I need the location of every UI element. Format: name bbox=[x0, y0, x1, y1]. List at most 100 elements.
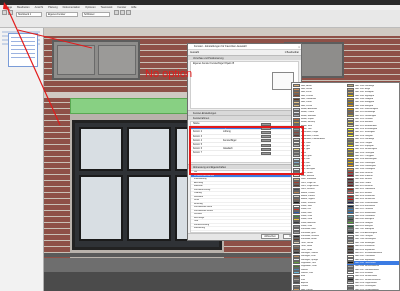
tool-button[interactable] bbox=[126, 10, 131, 15]
material-label: RAL 7016 Anthrazitgrau bbox=[355, 231, 377, 234]
navigator-item[interactable] bbox=[11, 41, 35, 43]
material-label: Stein, Sandstein bbox=[301, 178, 317, 181]
navigator-item[interactable] bbox=[11, 49, 35, 51]
material-label: Farbe, Schwarz bbox=[301, 201, 316, 204]
material-label: Erde bbox=[301, 275, 306, 278]
property-value bbox=[228, 199, 248, 202]
preview-label: Eigenes Fenster Fensterflügel Objekt 25 bbox=[193, 63, 235, 65]
menu-item[interactable]: Hilfe bbox=[131, 6, 136, 9]
material-label: RAL 1017 Safrangelb bbox=[355, 131, 375, 134]
tool-button[interactable] bbox=[120, 10, 125, 15]
material-label: Holz, Ahorn bbox=[301, 84, 312, 87]
section-frame[interactable]: Fensterrahmen bbox=[188, 115, 301, 120]
tool-button[interactable] bbox=[2, 10, 7, 15]
material-label: RAL 1033 Dahliengelb bbox=[355, 164, 376, 167]
property-label: Schalter bbox=[194, 213, 203, 215]
menu-item[interactable]: Dokumentation bbox=[63, 6, 80, 9]
material-label: Holz, Lärche bbox=[301, 288, 313, 291]
material-label: RAL 3020 Verkehrsrot bbox=[355, 198, 376, 201]
material-label: RAL 7044 Seidengrau bbox=[355, 241, 376, 244]
material-label: Sonstiges, Spiegel bbox=[301, 258, 319, 261]
material-label: RAL 5024 Pastellblau bbox=[355, 215, 375, 218]
window-pane bbox=[98, 45, 136, 75]
property-label: Maßstab bbox=[194, 185, 203, 187]
material-label: RAL 1003 Signalgelb bbox=[355, 94, 375, 97]
property-value bbox=[228, 206, 248, 209]
material-label: RAL 3009 Oxidrot bbox=[355, 181, 372, 184]
property-value bbox=[228, 196, 248, 199]
material-label: Boden, Teppich bbox=[301, 198, 316, 201]
material-label: RAL 8011 Nussbraun bbox=[355, 245, 375, 248]
material-label: Vegetation, Laub bbox=[301, 265, 317, 268]
brick-wall bbox=[44, 98, 70, 258]
material-label: Holz, Kiefer bbox=[301, 101, 312, 104]
menu-item[interactable]: Ablage bbox=[4, 6, 12, 9]
material-label: Wasser, Pool bbox=[301, 271, 314, 274]
material-label: RAL 1001 Beige bbox=[355, 88, 371, 91]
favorite-field[interactable]: Eigenes Fenster bbox=[46, 12, 78, 17]
window-glass bbox=[127, 127, 171, 171]
material-label: Dach, Ziegel braun bbox=[301, 184, 319, 187]
close-icon[interactable]: × bbox=[298, 44, 300, 49]
parameter-unit bbox=[247, 122, 261, 125]
material-label: RAL 1012 Zitronengelb bbox=[355, 114, 377, 117]
navigator-panel[interactable] bbox=[8, 33, 38, 67]
story-field[interactable]: Stockwerk 1 bbox=[16, 12, 42, 17]
navigator-item[interactable] bbox=[11, 53, 35, 55]
property-label: Sturz bbox=[194, 199, 200, 201]
material-label: Farbe, Anthrazit bbox=[301, 221, 316, 224]
material-label: Stein, Marmor bbox=[301, 174, 315, 177]
property-value bbox=[228, 217, 248, 220]
section-preview[interactable]: Vorschau und Positionierung bbox=[188, 55, 301, 60]
window-glass bbox=[127, 175, 171, 241]
material-label: Wasser bbox=[301, 268, 308, 271]
navigator-item[interactable] bbox=[11, 37, 35, 39]
dialog-title: Fenster - Einstellungen für Favoriten-Au… bbox=[188, 44, 301, 50]
material-label: RAL 1000 Grünbeige bbox=[355, 84, 375, 87]
property-value bbox=[228, 227, 248, 230]
material-label: RAL 1007 Narzissengelb bbox=[355, 108, 378, 111]
menu-item[interactable]: Optionen bbox=[85, 6, 96, 9]
property-value bbox=[228, 178, 248, 181]
preview-area: Eigenes Fenster Fensterflügel Objekt 25 bbox=[190, 61, 299, 109]
property-label: Fensteranschlag bbox=[194, 188, 211, 191]
property-label: Innenlaibung bbox=[194, 178, 207, 180]
menu-item[interactable]: Fenster bbox=[117, 6, 126, 9]
property-label: Laibung bbox=[194, 192, 202, 194]
material-label: Kunststoff, schwarz bbox=[301, 235, 319, 238]
material-label: RAL 6029 Minzgrün bbox=[355, 225, 374, 228]
tool-button[interactable] bbox=[114, 10, 119, 15]
material-label: RAL 9022 Perlhellgrau bbox=[355, 285, 376, 288]
material-label: RAL 7040 Fenstergrau bbox=[355, 238, 376, 241]
menu-item[interactable]: Bearbeiten bbox=[17, 6, 30, 9]
material-label: RAL 1002 Sandgelb bbox=[355, 91, 374, 94]
material-label: RAL 5010 Enzianblau bbox=[355, 205, 376, 208]
material-label: RAL 1016 Schwefelgelb bbox=[355, 128, 378, 131]
material-label: Pflaster bbox=[301, 285, 309, 288]
menu-item[interactable]: Ansicht bbox=[35, 6, 44, 9]
material-label: RAL 9005 Tiefschwarz bbox=[355, 261, 376, 264]
navigator-item[interactable] bbox=[11, 45, 35, 47]
toolbar: Stockwerk 1 Eigenes Fenster Schlüssel bbox=[0, 10, 400, 28]
property-row[interactable]: Markierung bbox=[191, 227, 298, 231]
material-palette[interactable]: Holz, Ahorn Holz, Buche Holz, Eiche Holz, K… bbox=[291, 82, 400, 291]
property-value bbox=[228, 203, 248, 206]
window-glass bbox=[79, 127, 123, 171]
selected-window-head[interactable] bbox=[70, 98, 200, 114]
material-label: RAL 8017 Schokoladenbraun bbox=[355, 251, 383, 254]
material-label: RAL 3013 Tomatenrot bbox=[355, 188, 376, 191]
tool-button[interactable] bbox=[8, 10, 13, 15]
menu-item[interactable]: Planung bbox=[48, 6, 58, 9]
key-field[interactable]: Schlüssel bbox=[82, 12, 110, 17]
parameter-value bbox=[223, 122, 247, 125]
cancel-button[interactable]: Abbrechen bbox=[261, 234, 279, 239]
property-value bbox=[228, 210, 248, 213]
material-label: RAL 7035 Lichtgrau bbox=[355, 235, 374, 238]
material-label: Farbe, Weiß bbox=[301, 205, 313, 208]
navigator-item[interactable] bbox=[11, 57, 35, 59]
material-label: RAL 5002 Ultramarinblau bbox=[355, 201, 379, 204]
material-label: RAL 3003 Rubinrot bbox=[355, 174, 373, 177]
material-label: Kunststoff, weiß bbox=[301, 228, 316, 231]
property-label: Fensterbank innen bbox=[194, 206, 213, 208]
menu-item[interactable]: Teamwork bbox=[101, 6, 113, 9]
